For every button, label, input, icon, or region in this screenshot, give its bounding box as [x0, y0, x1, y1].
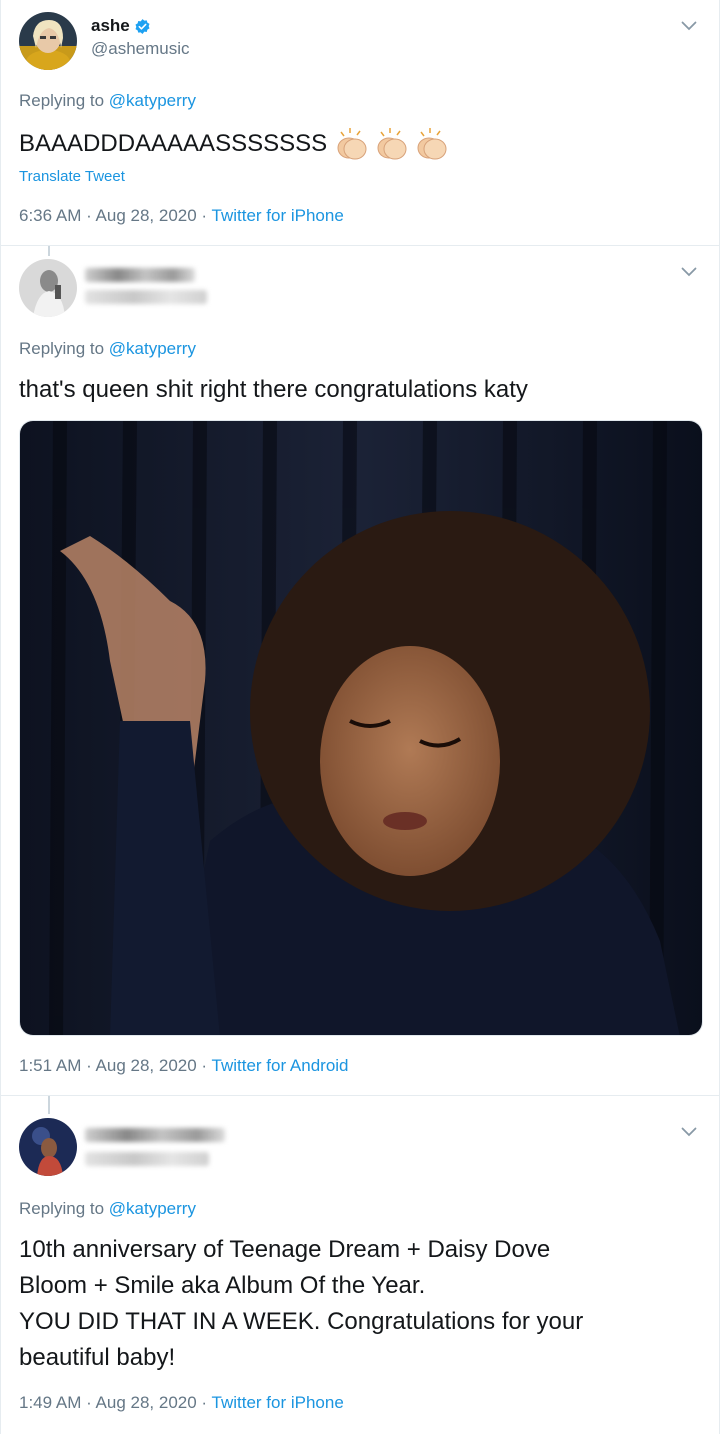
blurred-display-name[interactable]	[85, 1128, 225, 1142]
mention-link[interactable]: @katyperry	[109, 1199, 196, 1218]
tweet-text-line: beautiful baby!	[19, 1344, 176, 1371]
gif-media[interactable]	[19, 420, 703, 1036]
tweet-card[interactable]: Replying to @katyperry that's queen shit…	[0, 246, 720, 1096]
clapping-hands-icon	[417, 128, 447, 160]
blurred-handle[interactable]	[85, 1152, 209, 1166]
avatar[interactable]	[19, 259, 77, 317]
source-link[interactable]: Twitter for iPhone	[212, 1393, 344, 1412]
tweet-text-content: BAAADDDAAAAASSSSSSS	[19, 130, 328, 157]
blurred-handle[interactable]	[85, 290, 207, 304]
tweet-card[interactable]: ashe @ashemusic Replying to @katyperry B…	[0, 0, 720, 246]
tweet-text: 10th anniversary of Teenage Dream + Dais…	[19, 1232, 699, 1376]
replying-prefix: Replying to	[19, 1199, 105, 1218]
tweet-text: that's queen shit right there congratula…	[19, 376, 528, 403]
tweet-text-line: 10th anniversary of Teenage Dream + Dais…	[19, 1236, 551, 1263]
source-link[interactable]: Twitter for Android	[212, 1056, 349, 1075]
timestamp[interactable]: 1:49 AM · Aug 28, 2020 ·	[19, 1393, 212, 1412]
mention-link[interactable]: @katyperry	[109, 339, 196, 358]
source-link[interactable]: Twitter for iPhone	[212, 206, 344, 225]
tweet-meta: 6:36 AM · Aug 28, 2020 · Twitter for iPh…	[19, 206, 344, 226]
replying-to: Replying to @katyperry	[19, 91, 196, 111]
tweet-meta: 1:49 AM · Aug 28, 2020 · Twitter for iPh…	[19, 1393, 344, 1413]
replying-to: Replying to @katyperry	[19, 1199, 196, 1219]
thread-connector	[48, 1096, 50, 1114]
verified-badge-icon	[135, 18, 150, 34]
timestamp[interactable]: 6:36 AM · Aug 28, 2020 ·	[19, 206, 212, 225]
avatar[interactable]	[19, 1118, 77, 1176]
replying-to: Replying to @katyperry	[19, 339, 196, 359]
emoji-row	[333, 126, 451, 162]
tweet-meta: 1:51 AM · Aug 28, 2020 · Twitter for And…	[19, 1056, 349, 1076]
replying-prefix: Replying to	[19, 339, 105, 358]
author-display-name[interactable]: ashe	[91, 16, 151, 36]
author-handle[interactable]: @ashemusic	[91, 39, 190, 59]
tweet-text: BAAADDDAAAAASSSSSSS	[19, 126, 451, 162]
chevron-down-icon[interactable]	[681, 267, 697, 277]
translate-tweet-link[interactable]: Translate Tweet	[19, 168, 125, 185]
tweet-text-line: Bloom + Smile aka Album Of the Year.	[19, 1272, 426, 1299]
display-name-text[interactable]: ashe	[91, 16, 130, 36]
avatar[interactable]	[19, 12, 77, 70]
clapping-hands-icon	[337, 128, 367, 160]
clapping-hands-icon	[377, 128, 407, 160]
tweet-text-line: YOU DID THAT IN A WEEK. Congratulations …	[19, 1308, 584, 1335]
thread-connector	[48, 246, 50, 256]
replying-prefix: Replying to	[19, 91, 105, 110]
author-block[interactable]: ashe @ashemusic	[91, 16, 190, 59]
timestamp[interactable]: 1:51 AM · Aug 28, 2020 ·	[19, 1056, 212, 1075]
chevron-down-icon[interactable]	[681, 21, 697, 31]
mention-link[interactable]: @katyperry	[109, 91, 196, 110]
tweet-card[interactable]: Replying to @katyperry 10th anniversary …	[0, 1096, 720, 1434]
chevron-down-icon[interactable]	[681, 1127, 697, 1137]
blurred-display-name[interactable]	[85, 268, 195, 282]
